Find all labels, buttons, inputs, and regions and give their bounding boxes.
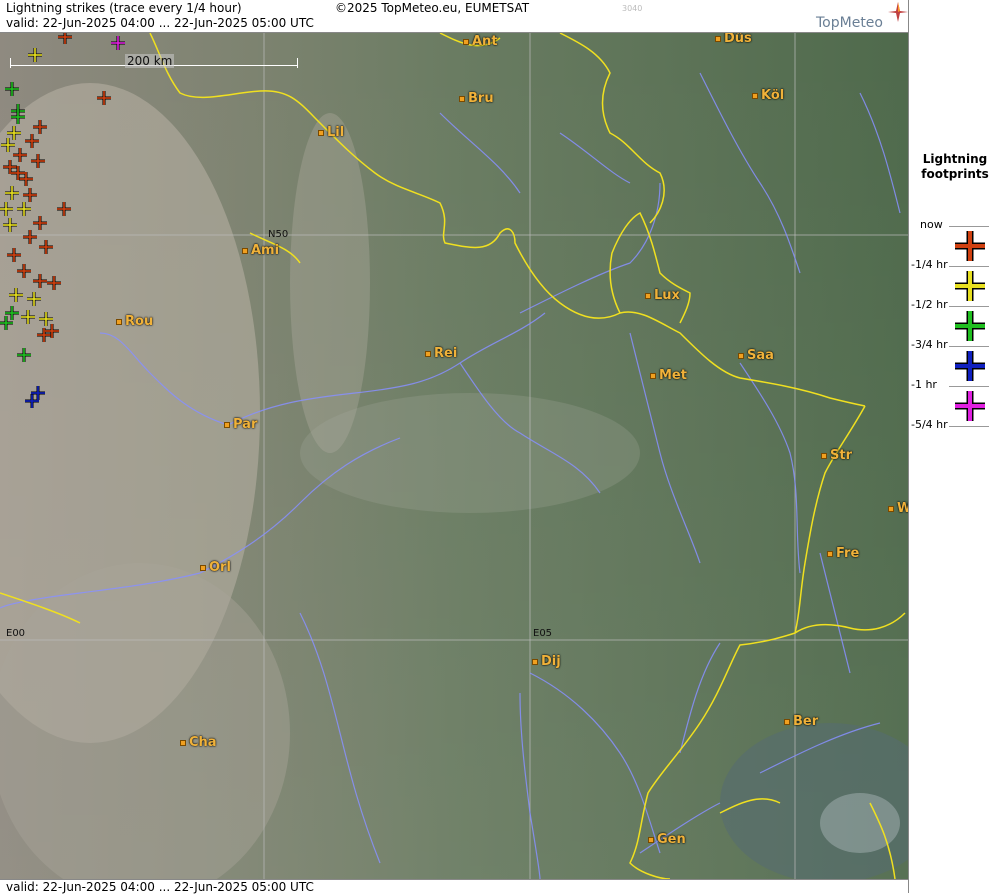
legend-divider — [949, 266, 989, 267]
legend-divider — [949, 226, 989, 227]
lightning-strike-mark — [97, 91, 111, 105]
lightning-strike-mark — [28, 48, 42, 62]
legend-cross-icon — [955, 391, 985, 421]
lightning-strike-mark — [23, 188, 37, 202]
legend-time-label: -3/4 hr — [911, 338, 948, 351]
lightning-strike-mark — [21, 310, 35, 324]
lightning-strike-mark — [13, 148, 27, 162]
lightning-strike-mark — [9, 288, 23, 302]
lightning-strike-mark — [57, 202, 71, 216]
legend-cross-icon — [955, 271, 985, 301]
legend-panel: Lightning footprints now -1/4 hr -1/2 hr -3… — [908, 0, 1000, 893]
footer-valid-time: valid: 22-Jun-2025 04:00 ... 22-Jun-2025… — [6, 880, 314, 894]
map-title: Lightning strikes (trace every 1/4 hour) — [6, 1, 242, 15]
lightning-strike-mark — [5, 82, 19, 96]
legend-divider — [949, 386, 989, 387]
legend-time-label: -1 hr — [911, 378, 937, 391]
legend-title: Lightning footprints — [921, 152, 989, 181]
footer-bar: valid: 22-Jun-2025 04:00 ... 22-Jun-2025… — [0, 879, 908, 894]
copyright: ©2025 TopMeteo.eu, EUMETSAT — [335, 1, 530, 15]
lightning-strike-mark — [39, 240, 53, 254]
lightning-strike-mark — [0, 202, 13, 216]
lightning-strike-mark — [58, 33, 72, 44]
compass-icon — [888, 2, 908, 22]
satellite-map[interactable]: 200 km N50 E00 E05 Ant Düs Bru Köl Lil A… — [0, 33, 908, 879]
legend-divider — [949, 346, 989, 347]
lightning-strike-mark — [27, 292, 41, 306]
legend-divider — [949, 306, 989, 307]
legend-divider — [949, 426, 989, 427]
lightning-strike-mark — [3, 218, 17, 232]
legend-cross-icon — [955, 351, 985, 381]
legend-time-label: -1/4 hr — [911, 258, 948, 271]
lightning-strike-mark — [33, 120, 47, 134]
lightning-strike-mark — [23, 230, 37, 244]
lightning-strike-mark — [33, 274, 47, 288]
legend-cross-icon — [955, 231, 985, 261]
legend-cross-icon — [955, 311, 985, 341]
lightning-strike-mark — [33, 216, 47, 230]
lightning-strike-mark — [47, 276, 61, 290]
header-bar: Lightning strikes (trace every 1/4 hour)… — [0, 0, 908, 33]
lightning-strike-mark — [17, 264, 31, 278]
lightning-strike-mark — [17, 348, 31, 362]
lightning-strike-mark — [31, 154, 45, 168]
lightning-strikes-layer — [0, 33, 125, 408]
valid-time: valid: 22-Jun-2025 04:00 ... 22-Jun-2025… — [6, 16, 314, 30]
lightning-strike-mark — [25, 134, 39, 148]
lightning-strike-mark — [5, 186, 19, 200]
lightning-strike-mark — [7, 248, 21, 262]
map-code: 3040 — [622, 4, 643, 13]
lightning-strike-mark — [7, 126, 21, 140]
legend-time-label: -5/4 hr — [911, 418, 948, 431]
legend-time-label: -1/2 hr — [911, 298, 948, 311]
legend-time-label: now — [920, 218, 943, 231]
topmeteo-logo[interactable]: TopMeteo — [816, 15, 883, 31]
lightning-strike-mark — [1, 138, 15, 152]
lightning-strike-mark — [17, 202, 31, 216]
lightning-strike-mark — [39, 312, 53, 326]
lightning-strike-mark — [111, 36, 125, 50]
